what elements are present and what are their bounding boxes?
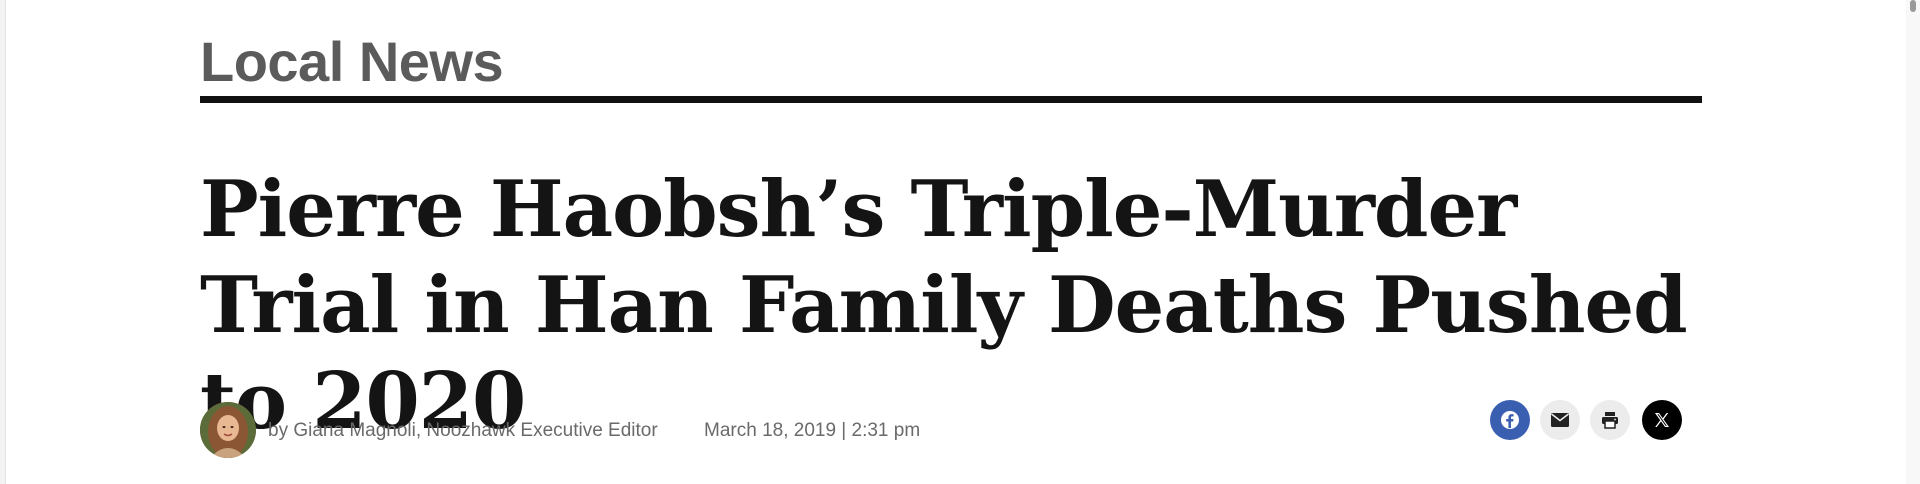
- section-label[interactable]: Local News: [200, 26, 504, 98]
- section-divider: [200, 96, 1702, 103]
- publish-date: March 18, 2019 | 2:31 pm: [704, 420, 921, 441]
- vertical-scrollbar[interactable]: [1906, 0, 1920, 484]
- author-photo-icon: [200, 402, 256, 458]
- author-avatar[interactable]: [200, 402, 256, 458]
- share-facebook-button[interactable]: [1490, 400, 1530, 440]
- author-byline[interactable]: by Giana Magnoli, Noozhawk Executive Edi…: [268, 420, 658, 442]
- share-email-button[interactable]: [1540, 400, 1580, 440]
- share-print-button[interactable]: [1590, 400, 1630, 440]
- share-x-button[interactable]: [1642, 400, 1682, 440]
- scrollbar-thumb[interactable]: [1910, 0, 1916, 12]
- print-icon: [1602, 412, 1618, 429]
- facebook-icon: [1501, 411, 1519, 429]
- byline-row: by Giana Magnoli, Noozhawk Executive Edi…: [200, 400, 1702, 460]
- x-icon: [1655, 413, 1669, 427]
- window-left-edge: [0, 0, 6, 484]
- email-icon: [1551, 413, 1569, 427]
